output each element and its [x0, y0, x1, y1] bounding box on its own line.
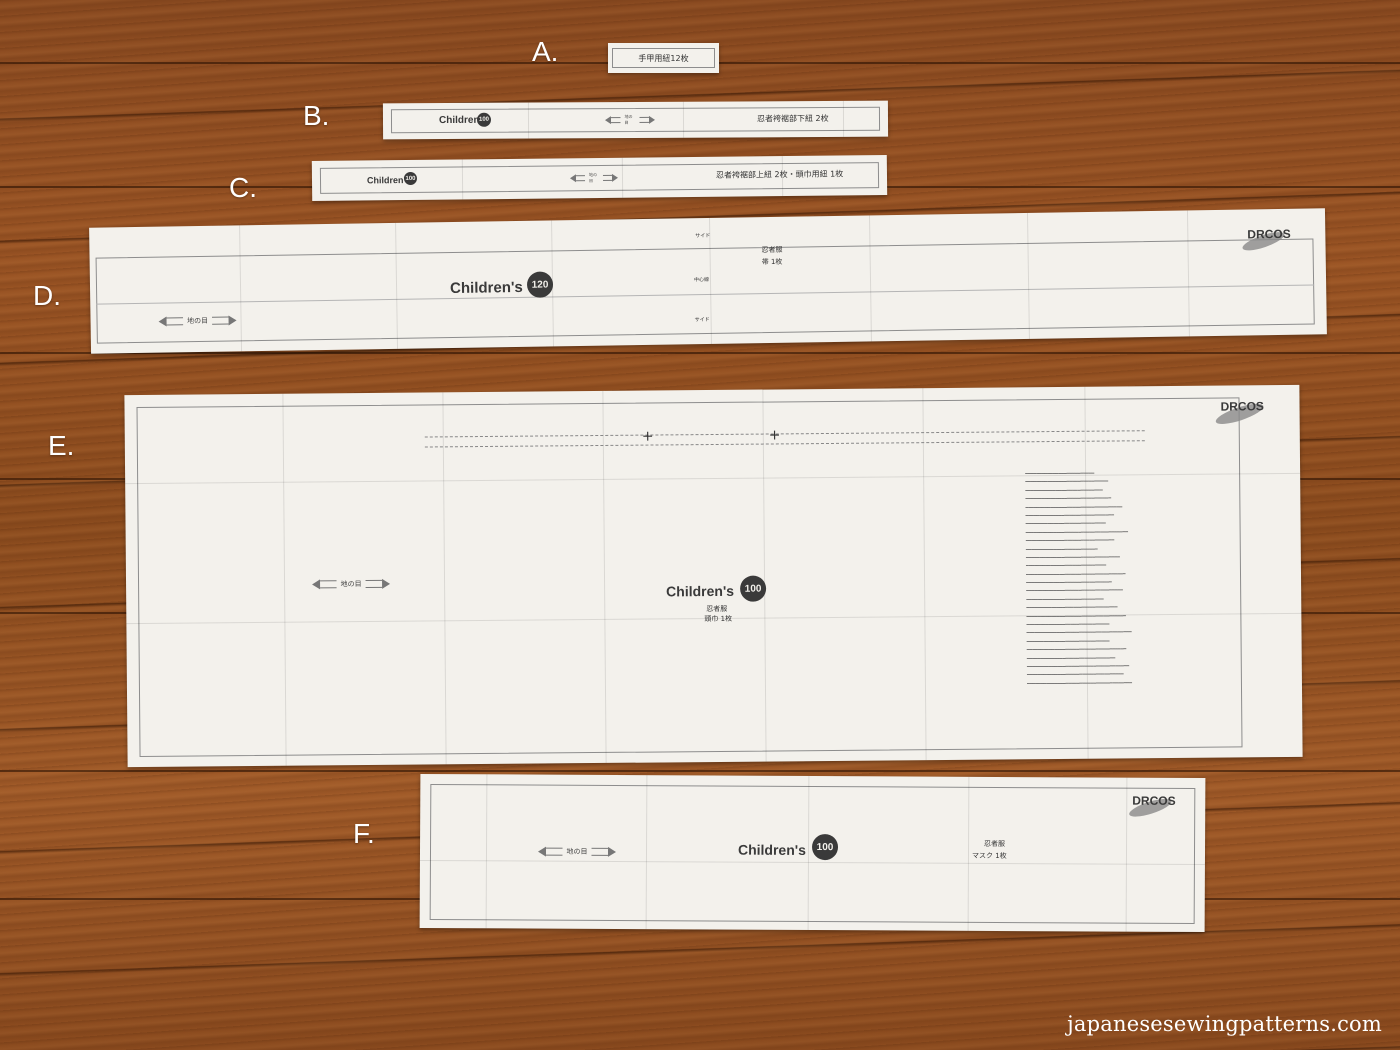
brand-logo: Children's	[737, 841, 806, 858]
piece-f-title: 忍者服	[984, 839, 1006, 849]
grain-arrow: 地の目	[158, 313, 237, 328]
label-b: B.	[303, 100, 330, 131]
pattern-piece-d: サイド 中心線 サイド Children's 120 忍者服 帯 1枚 地の目 …	[89, 208, 1327, 354]
instruction-text-block: ━━━━━━━━━━━━━━━━━━━━━━━━━ ━━━━━━━━━━━━━━…	[1025, 471, 1133, 688]
side-label-top: サイド	[695, 232, 711, 240]
pattern-piece-e: + + 地の目 Children's 100 忍者服 頭巾 1枚 DRCOS ━…	[124, 384, 1303, 768]
brand-logo: Children's	[666, 582, 735, 600]
size-badge: 100	[811, 833, 839, 861]
center-line-label: 中心線	[693, 276, 710, 284]
floor-seam	[0, 352, 1400, 354]
drcos-logo: DRCOS	[1132, 793, 1176, 808]
alignment-mark: +	[641, 428, 654, 445]
pattern-piece-a: 手甲用紐12枚	[608, 43, 719, 73]
alignment-mark: +	[768, 427, 781, 444]
piece-d-subtitle: 帯 1枚	[761, 257, 783, 267]
grain-arrow: 地の目	[312, 577, 391, 592]
piece-b-title: 忍者袴裾部下紐 2枚	[756, 113, 829, 124]
size-badge: 100	[403, 171, 418, 186]
label-c: C.	[229, 172, 257, 203]
piece-e-title: 忍者服	[706, 604, 728, 614]
piece-c-title: 忍者袴裾部上紐 2枚・頭巾用紐 1枚	[715, 169, 844, 180]
drcos-logo: DRCOS	[1247, 226, 1291, 242]
side-label-bottom: サイド	[694, 316, 710, 324]
pattern-piece-c: Children's 100 地の目 忍者袴裾部上紐 2枚・頭巾用紐 1枚	[311, 154, 888, 202]
grain-arrow: 地の目	[537, 845, 617, 859]
site-watermark: japanesesewingpatterns.com	[1067, 1012, 1382, 1036]
label-d: D.	[33, 280, 61, 311]
label-f: F.	[353, 818, 375, 849]
grain-arrow: 地の目	[604, 113, 656, 127]
floor-seam	[0, 770, 1400, 772]
size-badge: 100	[476, 112, 492, 127]
label-a: A.	[532, 36, 559, 67]
size-badge: 100	[739, 575, 767, 602]
piece-f-subtitle: マスク 1枚	[971, 851, 1007, 861]
piece-a-title: 手甲用紐12枚	[638, 54, 689, 63]
label-e: E.	[48, 430, 75, 461]
piece-d-title: 忍者服	[761, 245, 783, 255]
brand-logo: Children's	[449, 278, 523, 298]
pattern-piece-f: 地の目 Children's 100 忍者服 マスク 1枚 DRCOS	[419, 773, 1206, 933]
pattern-piece-b: Children's 100 地の目 忍者袴裾部下紐 2枚	[382, 100, 889, 140]
piece-e-subtitle: 頭巾 1枚	[704, 614, 733, 624]
grain-arrow: 地の目	[569, 171, 619, 185]
drcos-logo: DRCOS	[1220, 399, 1264, 414]
